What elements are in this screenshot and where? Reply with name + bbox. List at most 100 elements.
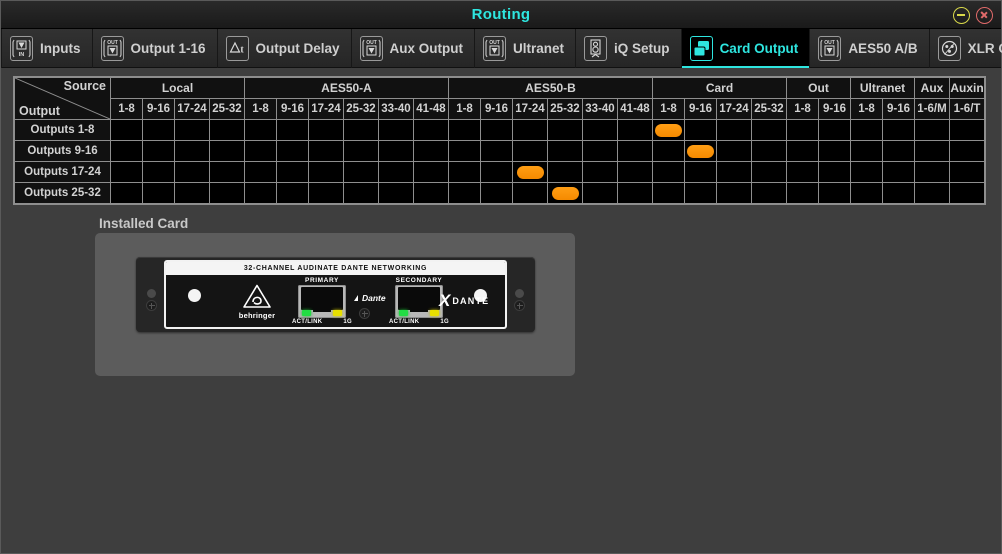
- matrix-cell[interactable]: [244, 119, 277, 141]
- matrix-cell[interactable]: [547, 161, 583, 183]
- matrix-cell[interactable]: [617, 161, 653, 183]
- matrix-cell[interactable]: [652, 182, 685, 204]
- matrix-cell[interactable]: [751, 140, 787, 162]
- tab-aes50-a-b[interactable]: OUT AES50 A/B: [810, 28, 930, 68]
- matrix-cell[interactable]: [716, 140, 752, 162]
- matrix-cell[interactable]: [751, 119, 787, 141]
- matrix-cell[interactable]: [914, 119, 950, 141]
- matrix-cell[interactable]: [276, 182, 309, 204]
- matrix-cell[interactable]: [343, 182, 379, 204]
- matrix-cell[interactable]: [209, 161, 245, 183]
- matrix-cell[interactable]: [142, 182, 175, 204]
- matrix-cell[interactable]: [547, 182, 583, 204]
- matrix-cell[interactable]: [617, 119, 653, 141]
- matrix-cell[interactable]: [949, 182, 985, 204]
- matrix-cell[interactable]: [882, 140, 915, 162]
- tab-output-1-16[interactable]: OUT Output 1-16: [93, 28, 218, 68]
- matrix-cell[interactable]: [512, 119, 548, 141]
- matrix-cell[interactable]: [882, 161, 915, 183]
- matrix-cell[interactable]: [174, 161, 210, 183]
- matrix-cell[interactable]: [110, 182, 143, 204]
- close-icon[interactable]: [976, 7, 993, 24]
- matrix-cell[interactable]: [276, 119, 309, 141]
- tab-card-output[interactable]: Card Output: [681, 28, 811, 68]
- tab-aux-output[interactable]: OUT Aux Output: [352, 28, 476, 68]
- matrix-cell[interactable]: [512, 182, 548, 204]
- matrix-cell[interactable]: [716, 182, 752, 204]
- matrix-cell[interactable]: [110, 140, 143, 162]
- tab-inputs[interactable]: IN Inputs: [1, 28, 93, 68]
- matrix-cell[interactable]: [413, 161, 449, 183]
- matrix-cell[interactable]: [480, 140, 513, 162]
- matrix-cell[interactable]: [448, 161, 481, 183]
- matrix-cell[interactable]: [244, 161, 277, 183]
- matrix-cell[interactable]: [818, 119, 851, 141]
- matrix-cell[interactable]: [818, 161, 851, 183]
- matrix-cell[interactable]: [480, 182, 513, 204]
- matrix-cell[interactable]: [882, 119, 915, 141]
- matrix-cell[interactable]: [276, 140, 309, 162]
- matrix-cell[interactable]: [617, 182, 653, 204]
- matrix-cell[interactable]: [914, 182, 950, 204]
- matrix-cell[interactable]: [582, 140, 618, 162]
- matrix-cell[interactable]: [949, 140, 985, 162]
- tab-iq-setup[interactable]: iQ Setup: [576, 28, 682, 68]
- matrix-cell[interactable]: [343, 161, 379, 183]
- tab-xlr-output[interactable]: XLR Output: [930, 29, 1002, 68]
- matrix-cell[interactable]: [110, 119, 143, 141]
- matrix-cell[interactable]: [244, 140, 277, 162]
- matrix-cell[interactable]: [652, 140, 685, 162]
- matrix-cell[interactable]: [378, 119, 414, 141]
- matrix-cell[interactable]: [110, 161, 143, 183]
- matrix-cell[interactable]: [480, 161, 513, 183]
- matrix-cell[interactable]: [174, 182, 210, 204]
- matrix-cell[interactable]: [142, 161, 175, 183]
- matrix-cell[interactable]: [850, 119, 883, 141]
- matrix-cell[interactable]: [850, 182, 883, 204]
- matrix-cell[interactable]: [413, 140, 449, 162]
- matrix-cell[interactable]: [209, 140, 245, 162]
- matrix-cell[interactable]: [512, 140, 548, 162]
- matrix-cell[interactable]: [818, 140, 851, 162]
- matrix-cell[interactable]: [448, 119, 481, 141]
- matrix-cell[interactable]: [914, 161, 950, 183]
- matrix-cell[interactable]: [652, 161, 685, 183]
- matrix-cell[interactable]: [547, 119, 583, 141]
- matrix-cell[interactable]: [786, 182, 819, 204]
- matrix-cell[interactable]: [716, 119, 752, 141]
- matrix-cell[interactable]: [949, 119, 985, 141]
- matrix-cell[interactable]: [751, 161, 787, 183]
- matrix-cell[interactable]: [652, 119, 685, 141]
- matrix-cell[interactable]: [582, 161, 618, 183]
- matrix-cell[interactable]: [343, 140, 379, 162]
- matrix-cell[interactable]: [786, 119, 819, 141]
- matrix-cell[interactable]: [308, 161, 344, 183]
- matrix-cell[interactable]: [818, 182, 851, 204]
- matrix-cell[interactable]: [142, 140, 175, 162]
- matrix-cell[interactable]: [850, 140, 883, 162]
- matrix-cell[interactable]: [413, 182, 449, 204]
- matrix-cell[interactable]: [308, 182, 344, 204]
- matrix-cell[interactable]: [378, 182, 414, 204]
- matrix-cell[interactable]: [378, 140, 414, 162]
- matrix-cell[interactable]: [378, 161, 414, 183]
- matrix-cell[interactable]: [684, 140, 717, 162]
- matrix-cell[interactable]: [209, 182, 245, 204]
- matrix-cell[interactable]: [142, 119, 175, 141]
- matrix-cell[interactable]: [716, 161, 752, 183]
- matrix-cell[interactable]: [617, 140, 653, 162]
- matrix-cell[interactable]: [949, 161, 985, 183]
- matrix-cell[interactable]: [547, 140, 583, 162]
- matrix-cell[interactable]: [480, 119, 513, 141]
- matrix-cell[interactable]: [751, 182, 787, 204]
- matrix-cell[interactable]: [786, 161, 819, 183]
- matrix-cell[interactable]: [684, 182, 717, 204]
- matrix-cell[interactable]: [914, 140, 950, 162]
- matrix-cell[interactable]: [582, 119, 618, 141]
- matrix-cell[interactable]: [582, 182, 618, 204]
- tab-ultranet[interactable]: OUT Ultranet: [475, 28, 577, 68]
- matrix-cell[interactable]: [448, 140, 481, 162]
- matrix-cell[interactable]: [786, 140, 819, 162]
- matrix-cell[interactable]: [882, 182, 915, 204]
- tab-output-delay[interactable]: t Output Delay: [218, 28, 352, 68]
